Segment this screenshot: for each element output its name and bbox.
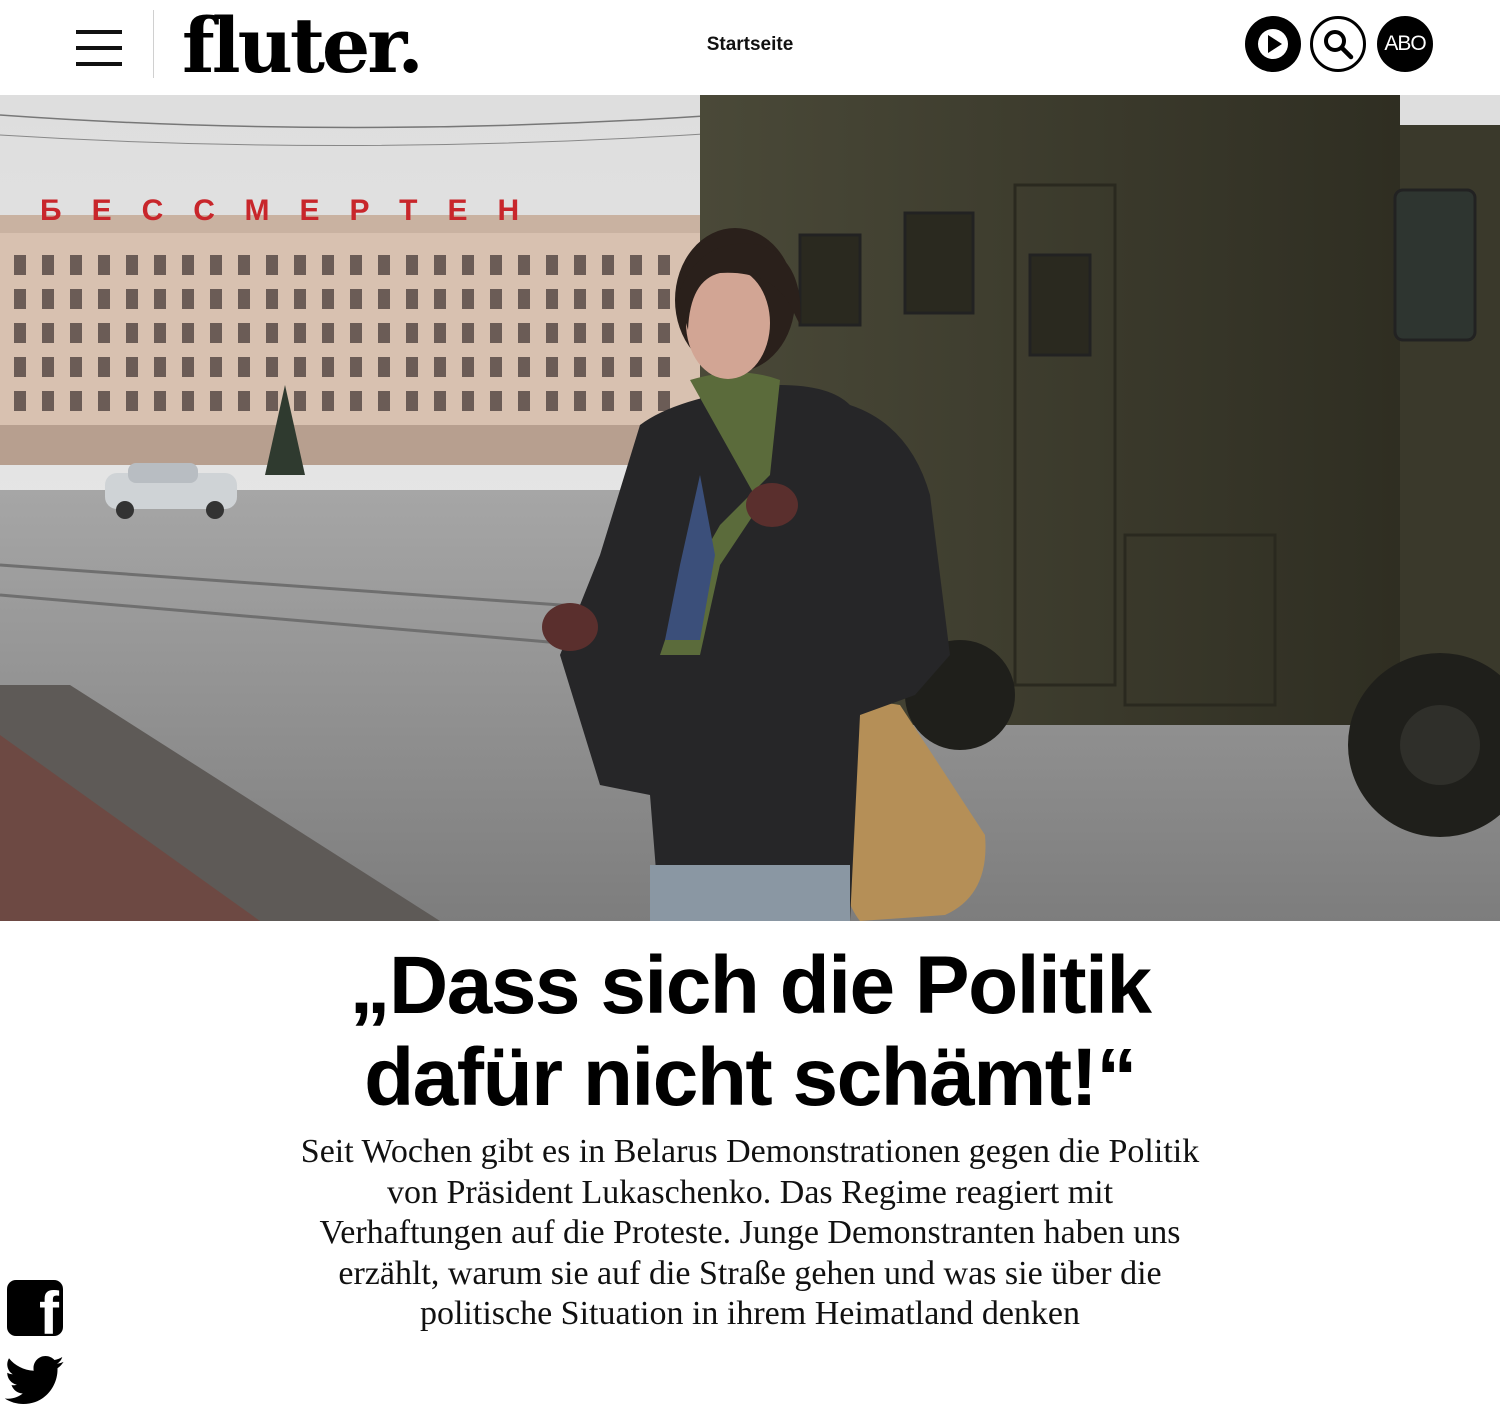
play-button[interactable] bbox=[1245, 16, 1301, 72]
teaser-line: Seit Wochen gibt es in Belarus Demonstra… bbox=[300, 1133, 1200, 1170]
hero-image: БЕССМЕРТЕН bbox=[0, 95, 1500, 921]
article-headline: „Dass sich die Politik dafür nicht schäm… bbox=[250, 940, 1250, 1124]
abo-button[interactable]: ABO bbox=[1377, 16, 1433, 72]
startseite-link[interactable]: Startseite bbox=[707, 34, 794, 55]
search-button[interactable] bbox=[1310, 16, 1366, 72]
facebook-icon[interactable]: f bbox=[7, 1280, 63, 1336]
article-teaser: Seit Wochen gibt es in Belarus Demonstra… bbox=[270, 1132, 1230, 1335]
teaser-line: politische Situation in ihrem Heimatland… bbox=[419, 1295, 1081, 1332]
teaser-line: von Präsident Lukaschenko. Das Regime re… bbox=[386, 1173, 1114, 1211]
sign-text: БЕССМЕРТЕН bbox=[40, 194, 549, 227]
headline-line-2: dafür nicht schämt!“ bbox=[364, 1032, 1137, 1123]
twitter-icon[interactable] bbox=[5, 1356, 65, 1406]
play-icon bbox=[1258, 29, 1288, 59]
teaser-line: Verhaftungen auf die Proteste. Junge Dem… bbox=[319, 1214, 1181, 1251]
site-header: fluter. Startseite ABO bbox=[0, 0, 1500, 96]
search-icon bbox=[1324, 30, 1354, 60]
abo-label: ABO bbox=[1384, 32, 1426, 55]
headline-line-1: „Dass sich die Politik bbox=[349, 940, 1152, 1031]
teaser-line: erzählt, warum sie auf die Straße gehen … bbox=[338, 1254, 1162, 1292]
